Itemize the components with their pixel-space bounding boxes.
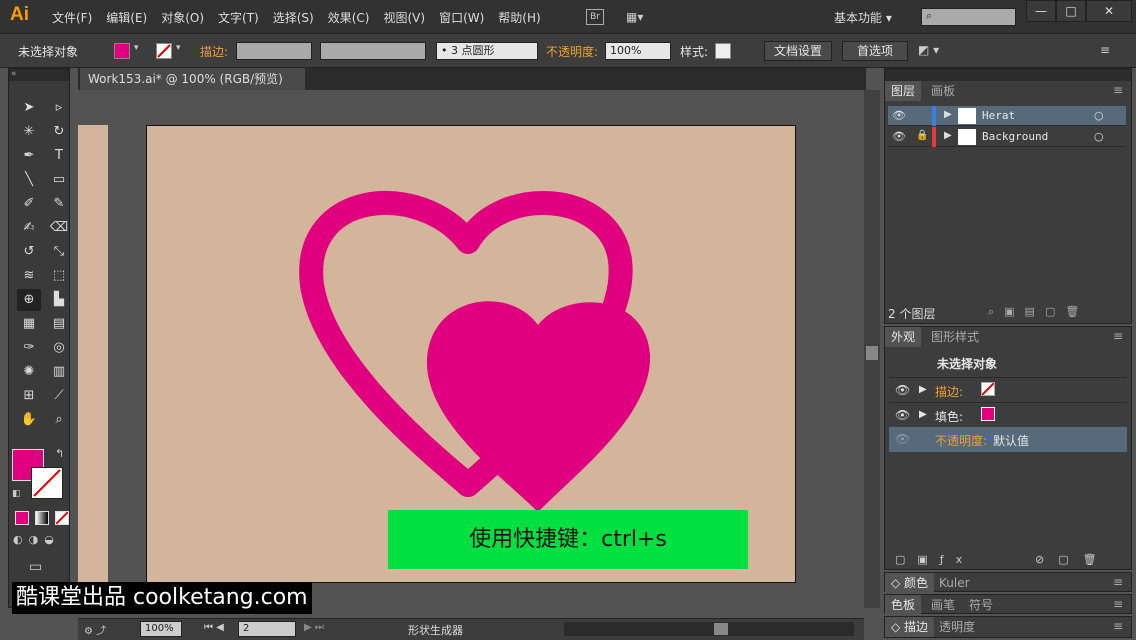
layer-row-herat[interactable]: 👁 ▶ Herat ○ — [888, 106, 1126, 126]
layer-thumbnail — [958, 108, 976, 124]
artboard-number-field[interactable]: 2 — [238, 621, 296, 637]
status-bar: ⚙ ⤴ 100% ⏮ ◀ 2 ▶ ⏭ 形状生成器 — [78, 618, 864, 640]
appearance-row-fill[interactable]: 👁 ▶ 填色: — [889, 402, 1127, 427]
expand-icon[interactable]: ▶ — [919, 409, 927, 420]
appearance-row-stroke[interactable]: 👁 ▶ 描边: — [889, 377, 1127, 402]
vertical-scrollbar[interactable] — [864, 90, 880, 608]
tab-layers[interactable]: 图层 — [885, 81, 922, 101]
appearance-row-opacity[interactable]: 👁 不透明度: 默认值 — [889, 427, 1127, 452]
color-panel-group: ◇ 颜色 Kuler ≡ — [884, 572, 1132, 593]
panel-menu-icon[interactable]: ≡ — [1113, 597, 1123, 611]
watermark: 酷课堂出品 coolketang.com — [12, 582, 312, 614]
tab-swatches[interactable]: 色板 — [885, 595, 922, 615]
tab-brushes[interactable]: 画笔 — [925, 595, 961, 615]
tab-color[interactable]: ◇ 颜色 — [885, 573, 935, 593]
zoom-field[interactable]: 100% — [140, 621, 182, 637]
expand-icon[interactable]: ▶ — [919, 384, 927, 395]
appearance-title: 未选择对象 — [937, 357, 998, 371]
visibility-eye-icon[interactable]: 👁 — [895, 432, 910, 446]
stroke-panel-group: ◇ 描边 透明度 ≡ — [884, 616, 1132, 638]
tab-kuler[interactable]: Kuler — [933, 573, 976, 593]
first-artboard-icon[interactable]: ⏮ ◀ — [204, 622, 224, 633]
appearance-footer-right-icons[interactable]: ⊘▢🗑 — [1035, 553, 1111, 566]
layer-color-marker — [932, 127, 936, 147]
tab-symbols[interactable]: 符号 — [963, 595, 999, 615]
panel-menu-icon[interactable]: ≡ — [1113, 619, 1123, 633]
layer-target-icon[interactable]: ○ — [1094, 130, 1104, 143]
shortcut-banner: 使用快捷键：ctrl+s — [388, 510, 748, 569]
layer-name[interactable]: Background — [982, 130, 1048, 143]
visibility-eye-icon[interactable]: 👁 — [895, 383, 910, 397]
status-icon[interactable]: ⚙ ⤴ — [84, 622, 106, 637]
appearance-menu-icon[interactable]: ≡ — [1113, 329, 1123, 343]
current-tool-status[interactable]: 形状生成器 — [408, 622, 463, 638]
layer-count: 2 个图层 — [888, 307, 936, 321]
appearance-panel: 外观 图形样式 ≡ 未选择对象 👁 ▶ 描边: 👁 ▶ 填色: 👁 不透明度: … — [884, 326, 1132, 570]
layer-row-background[interactable]: 👁 🔒 ▶ Background ○ — [888, 127, 1126, 147]
next-artboard-icon[interactable]: ▶ ⏭ — [304, 622, 324, 633]
appearance-footer-icons[interactable]: ▢▣ƒx — [895, 553, 974, 566]
stroke-swatch[interactable] — [981, 382, 995, 396]
fill-swatch[interactable] — [981, 407, 995, 421]
tab-appearance[interactable]: 外观 — [885, 327, 922, 347]
visibility-eye-icon[interactable]: 👁 — [895, 408, 910, 422]
layer-color-marker — [932, 106, 936, 126]
layer-thumbnail — [958, 129, 976, 145]
tab-graphic-styles[interactable]: 图形样式 — [925, 327, 985, 347]
visibility-eye-icon[interactable]: 👁 — [892, 109, 906, 122]
opacity-label[interactable]: 不透明度: — [935, 432, 987, 449]
layers-footer-icons[interactable]: ⌕▣▤▢🗑 — [988, 305, 1089, 319]
panel-menu-icon[interactable]: ≡ — [1113, 575, 1123, 589]
horizontal-scroll-thumb[interactable] — [714, 623, 728, 635]
lock-icon[interactable]: 🔒 — [916, 130, 928, 141]
layers-menu-icon[interactable]: ≡ — [1113, 83, 1123, 97]
vertical-scroll-thumb[interactable] — [866, 346, 878, 360]
swatches-panel-group: 色板 画笔 符号 ≡ — [884, 594, 1132, 615]
fill-label[interactable]: 填色: — [935, 408, 963, 425]
tab-artboards[interactable]: 画板 — [925, 81, 961, 101]
expand-layer-icon[interactable]: ▶ — [944, 109, 952, 120]
expand-layer-icon[interactable]: ▶ — [944, 130, 952, 141]
tab-transparency[interactable]: 透明度 — [933, 617, 981, 637]
layer-target-icon[interactable]: ○ — [1094, 109, 1104, 122]
horizontal-scrollbar[interactable] — [564, 622, 854, 636]
layer-name[interactable]: Herat — [982, 109, 1015, 122]
visibility-eye-icon[interactable]: 👁 — [892, 130, 906, 143]
opacity-value: 默认值 — [993, 434, 1030, 448]
stroke-label[interactable]: 描边: — [935, 383, 963, 400]
tab-stroke[interactable]: ◇ 描边 — [885, 617, 935, 637]
